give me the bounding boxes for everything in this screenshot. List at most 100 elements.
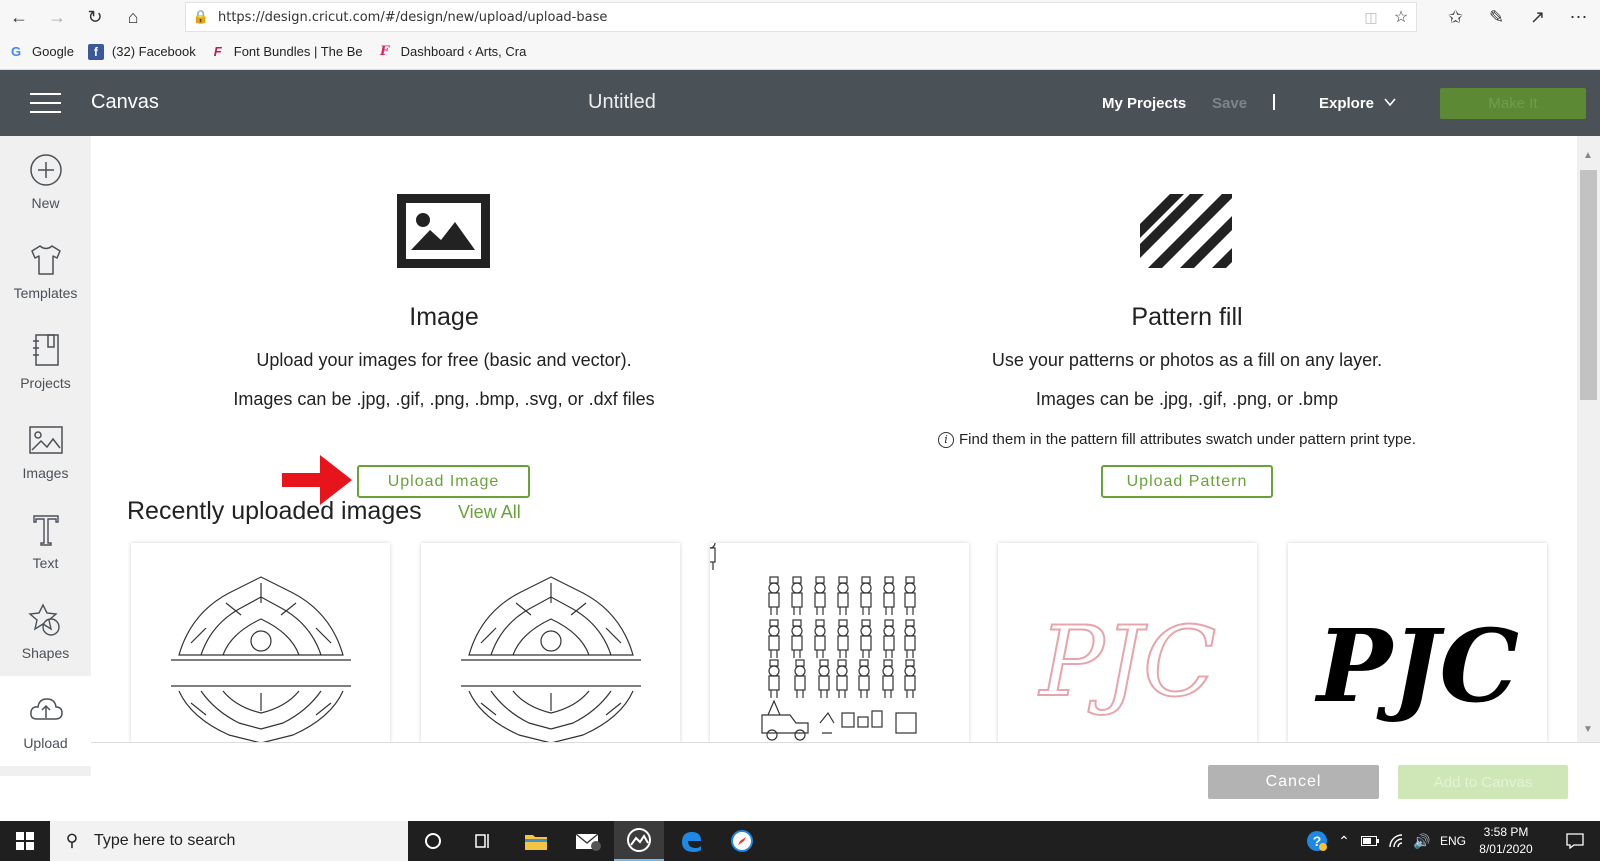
text-icon: [32, 515, 59, 546]
info-icon: i: [938, 431, 954, 448]
sidebar-item-templates[interactable]: Templates: [0, 226, 91, 316]
pattern-fill-icon: [1140, 194, 1232, 268]
cricut-design-space-icon[interactable]: [614, 821, 664, 861]
notifications-icon[interactable]: [1550, 821, 1600, 861]
input-language[interactable]: ENG: [1435, 834, 1471, 848]
image-section-formats: Images can be .jpg, .gif, .png, .bmp, .s…: [233, 389, 655, 409]
taskbar-search-box[interactable]: ⚲ Type here to search: [50, 821, 408, 861]
recent-image-thumbnail[interactable]: [421, 543, 680, 743]
sidebar-item-text[interactable]: Text: [0, 496, 91, 586]
pattern-note-text: Find them in the pattern fill attributes…: [959, 431, 1416, 448]
recent-image-thumbnail[interactable]: [131, 543, 390, 743]
bookmark-google[interactable]: G Google: [8, 44, 74, 60]
shapes-icon: [27, 603, 60, 636]
my-projects-link[interactable]: My Projects: [1102, 95, 1186, 112]
help-icon[interactable]: ?: [1303, 830, 1331, 852]
favorites-list-icon[interactable]: ✩: [1435, 0, 1476, 34]
sidebar-item-label: Templates: [13, 285, 78, 301]
monogram-outline-image: PJC: [1037, 605, 1218, 719]
hamburger-menu-icon[interactable]: [30, 93, 61, 113]
upload-pattern-button[interactable]: Upload Pattern: [1101, 465, 1273, 498]
explore-menu[interactable]: Explore: [1319, 95, 1374, 112]
sidebar-item-images[interactable]: Images: [0, 406, 91, 496]
reading-view-icon[interactable]: ◫: [1356, 9, 1386, 26]
image-icon: [28, 426, 63, 454]
recent-image-thumbnail[interactable]: [710, 543, 969, 743]
compass-app-icon[interactable]: [717, 821, 767, 861]
upload-image-button[interactable]: Upload Image: [357, 465, 530, 498]
pattern-section-description: Use your patterns or photos as a fill on…: [991, 350, 1383, 370]
chevron-down-icon[interactable]: [1384, 96, 1396, 108]
sidebar-item-shapes[interactable]: Shapes: [0, 586, 91, 676]
bookmark-label: (32) Facebook: [111, 44, 196, 59]
sidebar-item-upload[interactable]: Upload: [0, 676, 91, 766]
bookmark-dashboard[interactable]: F Dashboard ‹ Arts, Cra: [377, 44, 527, 60]
add-to-canvas-button[interactable]: Add to Canvas: [1398, 765, 1568, 799]
pattern-section-title: Pattern fill: [1131, 303, 1243, 331]
pattern-section-formats: Images can be .jpg, .gif, .png, or .bmp: [1035, 389, 1339, 409]
taskbar-search-placeholder: Type here to search: [94, 832, 236, 849]
bookmark-label: Font Bundles | The Be: [233, 44, 363, 59]
forward-icon[interactable]: →: [38, 0, 76, 34]
view-all-link[interactable]: View All: [458, 502, 521, 523]
address-bar[interactable]: 🔒 https://design.cricut.com/#/design/new…: [185, 2, 1417, 32]
bookmark-facebook[interactable]: f (32) Facebook: [87, 43, 196, 60]
wifi-icon[interactable]: [1383, 834, 1409, 848]
more-icon[interactable]: ⋯: [1558, 0, 1599, 34]
task-view-icon[interactable]: [458, 821, 508, 861]
file-explorer-icon[interactable]: [511, 821, 561, 861]
taskbar-clock[interactable]: 3:58 PM 8/01/2020: [1470, 824, 1542, 858]
home-icon[interactable]: ⌂: [114, 0, 152, 34]
facebook-icon: f: [87, 43, 104, 60]
sidebar-item-label: Shapes: [21, 645, 70, 661]
show-hidden-icons-icon[interactable]: ⌃: [1331, 833, 1357, 850]
mail-icon[interactable]: [563, 821, 613, 861]
google-icon: G: [10, 44, 22, 59]
app-header: Canvas Untitled My Projects Save Explore…: [0, 70, 1600, 136]
sidebar-item-label: Images: [22, 465, 69, 481]
make-it-button[interactable]: Make It: [1440, 88, 1586, 119]
recently-uploaded-title: Recently uploaded images: [127, 497, 422, 525]
scroll-thumb[interactable]: [1580, 170, 1597, 400]
bookmark-fontbundles[interactable]: F Font Bundles | The Be: [210, 44, 363, 60]
sidebar-item-projects[interactable]: Projects: [0, 316, 91, 406]
recent-image-thumbnail[interactable]: PJC: [1288, 543, 1547, 743]
cortana-icon[interactable]: [408, 821, 458, 861]
wordpress-dashboard-icon: F: [380, 44, 390, 59]
save-link[interactable]: Save: [1212, 95, 1247, 112]
back-icon[interactable]: ←: [0, 0, 38, 34]
browser-toolbar: ← → ↻ ⌂ 🔒 https://design.cricut.com/#/de…: [0, 0, 1600, 34]
sidebar-item-label: Projects: [20, 375, 71, 391]
favorite-star-icon[interactable]: ☆: [1386, 7, 1416, 27]
recent-image-thumbnail[interactable]: PJC: [998, 543, 1257, 743]
image-section-title: Image: [409, 303, 479, 331]
document-title[interactable]: Untitled: [588, 91, 656, 114]
cancel-button[interactable]: Cancel: [1208, 765, 1379, 799]
bookmark-label: Google: [32, 44, 74, 59]
sidebar-item-new[interactable]: New: [0, 136, 91, 226]
bookmark-label: Dashboard ‹ Arts, Cra: [400, 44, 527, 59]
scroll-down-icon[interactable]: ▼: [1583, 724, 1593, 735]
share-icon[interactable]: ↗: [1517, 0, 1558, 34]
image-section-description: Upload your images for free (basic and v…: [256, 350, 632, 370]
pen-icon[interactable]: ✎: [1476, 0, 1517, 34]
nutcracker-set-image: [710, 543, 917, 741]
image-upload-icon: [397, 194, 490, 268]
monogram-outline-text: PJC: [1038, 606, 1217, 718]
lock-icon: 🔒: [192, 9, 210, 24]
edge-browser-icon[interactable]: [666, 821, 716, 861]
app-title: Canvas: [91, 91, 159, 113]
clock-time: 3:58 PM: [1483, 825, 1529, 839]
refresh-icon[interactable]: ↻: [76, 0, 114, 34]
system-tray: ? ⌃ 🔊 ENG: [1303, 821, 1471, 861]
sidebar-item-label: Upload: [23, 735, 68, 751]
scroll-up-icon[interactable]: ▲: [1583, 150, 1593, 161]
sidebar-item-label: New: [31, 195, 60, 211]
left-sidebar: New Templates Projects Images Text Shape…: [0, 136, 91, 776]
notebook-icon: [32, 334, 59, 366]
url-text[interactable]: https://design.cricut.com/#/design/new/u…: [216, 10, 1356, 25]
vertical-scrollbar[interactable]: ▲ ▼: [1577, 136, 1600, 742]
volume-icon[interactable]: 🔊: [1409, 833, 1435, 850]
windows-start-icon[interactable]: [0, 821, 50, 861]
battery-icon[interactable]: [1357, 836, 1383, 846]
